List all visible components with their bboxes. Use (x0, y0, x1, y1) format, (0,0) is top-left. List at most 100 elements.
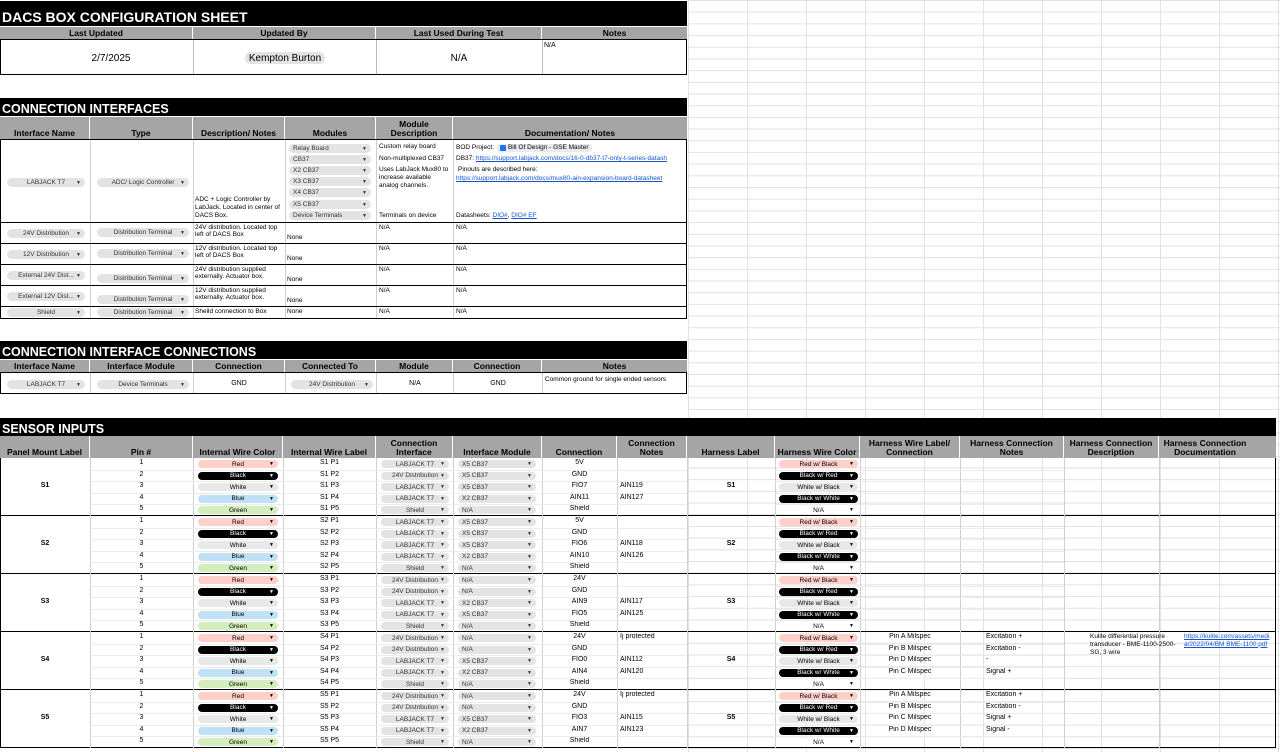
internal-wire-color-dropdown[interactable]: Red ▼ (198, 634, 278, 642)
interface-type-dropdown[interactable]: ADC/ Logic Controller ▼ (97, 178, 189, 187)
interface-name-dropdown[interactable]: External 12V Dist... ▼ (7, 292, 85, 301)
harness-label[interactable]: S4 (687, 656, 775, 664)
harness-wire-label[interactable]: Pin B Milspec (860, 703, 960, 711)
interface-module-dropdown[interactable]: N/A ▼ (458, 703, 536, 712)
pin-number[interactable]: 2 (90, 529, 193, 537)
pin-number[interactable]: 5 (90, 505, 193, 513)
interface-module-dropdown[interactable]: N/A ▼ (458, 680, 536, 689)
harness-wire-color-dropdown[interactable]: N/A ▼ (779, 680, 858, 689)
connection-value[interactable]: Shield (542, 737, 617, 745)
connection-value[interactable]: GND (542, 471, 617, 479)
harness-wire-color-dropdown[interactable]: Black w/ White ▼ (779, 668, 858, 677)
documentation-notes[interactable]: N/A (456, 224, 516, 232)
harness-connection-notes[interactable]: Excitation + (986, 691, 1064, 699)
interface-name-dropdown[interactable]: LABJACK T7 ▼ (7, 178, 85, 187)
harness-wire-label[interactable]: Pin C Milspec (860, 714, 960, 722)
interface-name-dropdown[interactable]: 12V Distribution ▼ (7, 250, 85, 259)
connection-value[interactable]: AIN10 (542, 552, 617, 560)
harness-doc-link[interactable]: https://kulite.com/assets/media/2022/04/… (1184, 633, 1274, 649)
harness-label[interactable]: S5 (687, 714, 775, 722)
internal-wire-color-dropdown[interactable]: Green ▼ (198, 622, 278, 631)
harness-connection-notes[interactable]: Excitation - (986, 645, 1064, 653)
harness-wire-color-dropdown[interactable]: White w/ Black ▼ (779, 599, 858, 608)
internal-wire-label[interactable]: S5 P2 (283, 703, 376, 711)
connection-value[interactable]: AIN4 (542, 668, 617, 676)
connection-interface-dropdown[interactable]: 24V Distribution ▼ (381, 576, 449, 584)
panel-mount-label[interactable]: S5 (0, 714, 90, 722)
harness-wire-label[interactable]: Pin D Milspec (860, 656, 960, 664)
internal-wire-color-dropdown[interactable]: Blue ▼ (198, 668, 278, 677)
documentation-notes[interactable]: N/A (456, 245, 516, 253)
interface-module-dropdown[interactable]: X5 CB37 ▼ (458, 529, 536, 538)
connection-notes[interactable]: AIN125 (620, 610, 686, 618)
connection-interface-dropdown[interactable]: 24V Distribution ▼ (381, 703, 449, 712)
pin-number[interactable]: 4 (90, 552, 193, 560)
pin-number[interactable]: 2 (90, 587, 193, 595)
interface-description[interactable]: 12V distribution. Located top left of DA… (195, 245, 285, 260)
connection-interface-dropdown[interactable]: LABJACK T7 ▼ (381, 518, 449, 526)
pin-number[interactable]: 4 (90, 668, 193, 676)
harness-connection-notes[interactable]: Excitation - (986, 703, 1064, 711)
connection-interface-dropdown[interactable]: LABJACK T7 ▼ (381, 726, 449, 735)
interface-description[interactable]: 24V distribution supplied externally. Ac… (195, 266, 285, 281)
cc-module-dropdown[interactable]: Device Terminals ▼ (97, 380, 189, 389)
harness-wire-label[interactable]: Pin B Milspec (860, 645, 960, 653)
panel-mount-label[interactable]: S2 (0, 540, 90, 548)
documentation-notes[interactable]: N/A (456, 287, 516, 295)
connection-interface-dropdown[interactable]: 24V Distribution ▼ (381, 471, 449, 480)
panel-mount-label[interactable]: S1 (0, 482, 90, 490)
harness-label[interactable]: S2 (687, 540, 775, 548)
interface-module-dropdown[interactable]: N/A ▼ (458, 692, 536, 700)
connection-interface-dropdown[interactable]: LABJACK T7 ▼ (381, 715, 449, 724)
interface-module-dropdown[interactable]: N/A ▼ (458, 576, 536, 584)
harness-connection-notes[interactable]: Signal - (986, 726, 1064, 734)
internal-wire-color-dropdown[interactable]: Green ▼ (198, 738, 278, 747)
connection-interface-dropdown[interactable]: LABJACK T7 ▼ (381, 599, 449, 608)
harness-wire-label[interactable]: Pin C Milspec (860, 668, 960, 676)
last-used-value[interactable]: N/A (401, 53, 517, 65)
internal-wire-label[interactable]: S5 P1 (283, 691, 376, 699)
dio-ef-link[interactable]: DIO# EF (511, 212, 536, 219)
panel-mount-label[interactable]: S3 (0, 598, 90, 606)
internal-wire-label[interactable]: S3 P2 (283, 587, 376, 595)
pin-number[interactable]: 1 (90, 691, 193, 699)
connection-value[interactable]: 24V (542, 691, 617, 699)
harness-wire-color-dropdown[interactable]: Black w/ White ▼ (779, 610, 858, 619)
interface-description[interactable]: 24V distribution. Located top left of DA… (195, 224, 285, 239)
cc-interface-dropdown[interactable]: LABJACK T7 ▼ (7, 380, 85, 389)
interface-module-dropdown[interactable]: N/A ▼ (458, 506, 536, 515)
connection-value[interactable]: Shield (542, 679, 617, 687)
interface-description[interactable]: Sheild connection to Box (195, 308, 285, 315)
connection-value[interactable]: Shield (542, 505, 617, 513)
internal-wire-label[interactable]: S4 P5 (283, 679, 376, 687)
internal-wire-color-dropdown[interactable]: White ▼ (198, 657, 278, 666)
harness-wire-color-dropdown[interactable]: Black w/ Red ▼ (779, 587, 858, 596)
harness-wire-label[interactable]: Pin A Milspec (860, 691, 960, 699)
harness-connection-description[interactable]: Kulite differential pressure transducer … (1090, 633, 1180, 656)
pinout-link[interactable]: https://support.labjack.com/docs/mux80-a… (456, 175, 686, 183)
internal-wire-color-dropdown[interactable]: Green ▼ (198, 506, 278, 515)
cc-notes[interactable]: Common ground for single ended sensors (545, 376, 687, 384)
connection-interface-dropdown[interactable]: LABJACK T7 ▼ (381, 460, 449, 468)
connection-interface-dropdown[interactable]: 24V Distribution ▼ (381, 692, 449, 700)
module-description[interactable]: Uses LabJack Mux80 to increase available… (379, 166, 451, 189)
connection-interface-dropdown[interactable]: Shield ▼ (381, 680, 449, 689)
interface-module-dropdown[interactable]: N/A ▼ (458, 645, 536, 654)
connection-value[interactable]: AIN7 (542, 726, 617, 734)
connection-value[interactable]: 5V (542, 459, 617, 467)
connection-value[interactable]: FIO7 (542, 482, 617, 490)
harness-wire-color-dropdown[interactable]: Black w/ Red ▼ (779, 471, 858, 480)
interface-module-dropdown[interactable]: N/A ▼ (458, 587, 536, 596)
harness-wire-color-dropdown[interactable]: N/A ▼ (779, 506, 858, 515)
pin-number[interactable]: 5 (90, 563, 193, 571)
db37-link[interactable]: https://support.labjack.com/docs/16-0-db… (476, 155, 667, 162)
last-updated-value[interactable]: 2/7/2025 (61, 53, 161, 65)
updated-by-person-chip[interactable]: Kempton Burton (245, 52, 325, 64)
internal-wire-label[interactable]: S3 P4 (283, 610, 376, 618)
connection-value[interactable]: GND (542, 703, 617, 711)
internal-wire-color-dropdown[interactable]: Red ▼ (198, 692, 278, 700)
interface-module-dropdown[interactable]: N/A ▼ (458, 738, 536, 747)
internal-wire-label[interactable]: S2 P5 (283, 563, 376, 571)
connection-interface-dropdown[interactable]: LABJACK T7 ▼ (381, 668, 449, 677)
harness-connection-notes[interactable]: Excitation + (986, 633, 1064, 641)
